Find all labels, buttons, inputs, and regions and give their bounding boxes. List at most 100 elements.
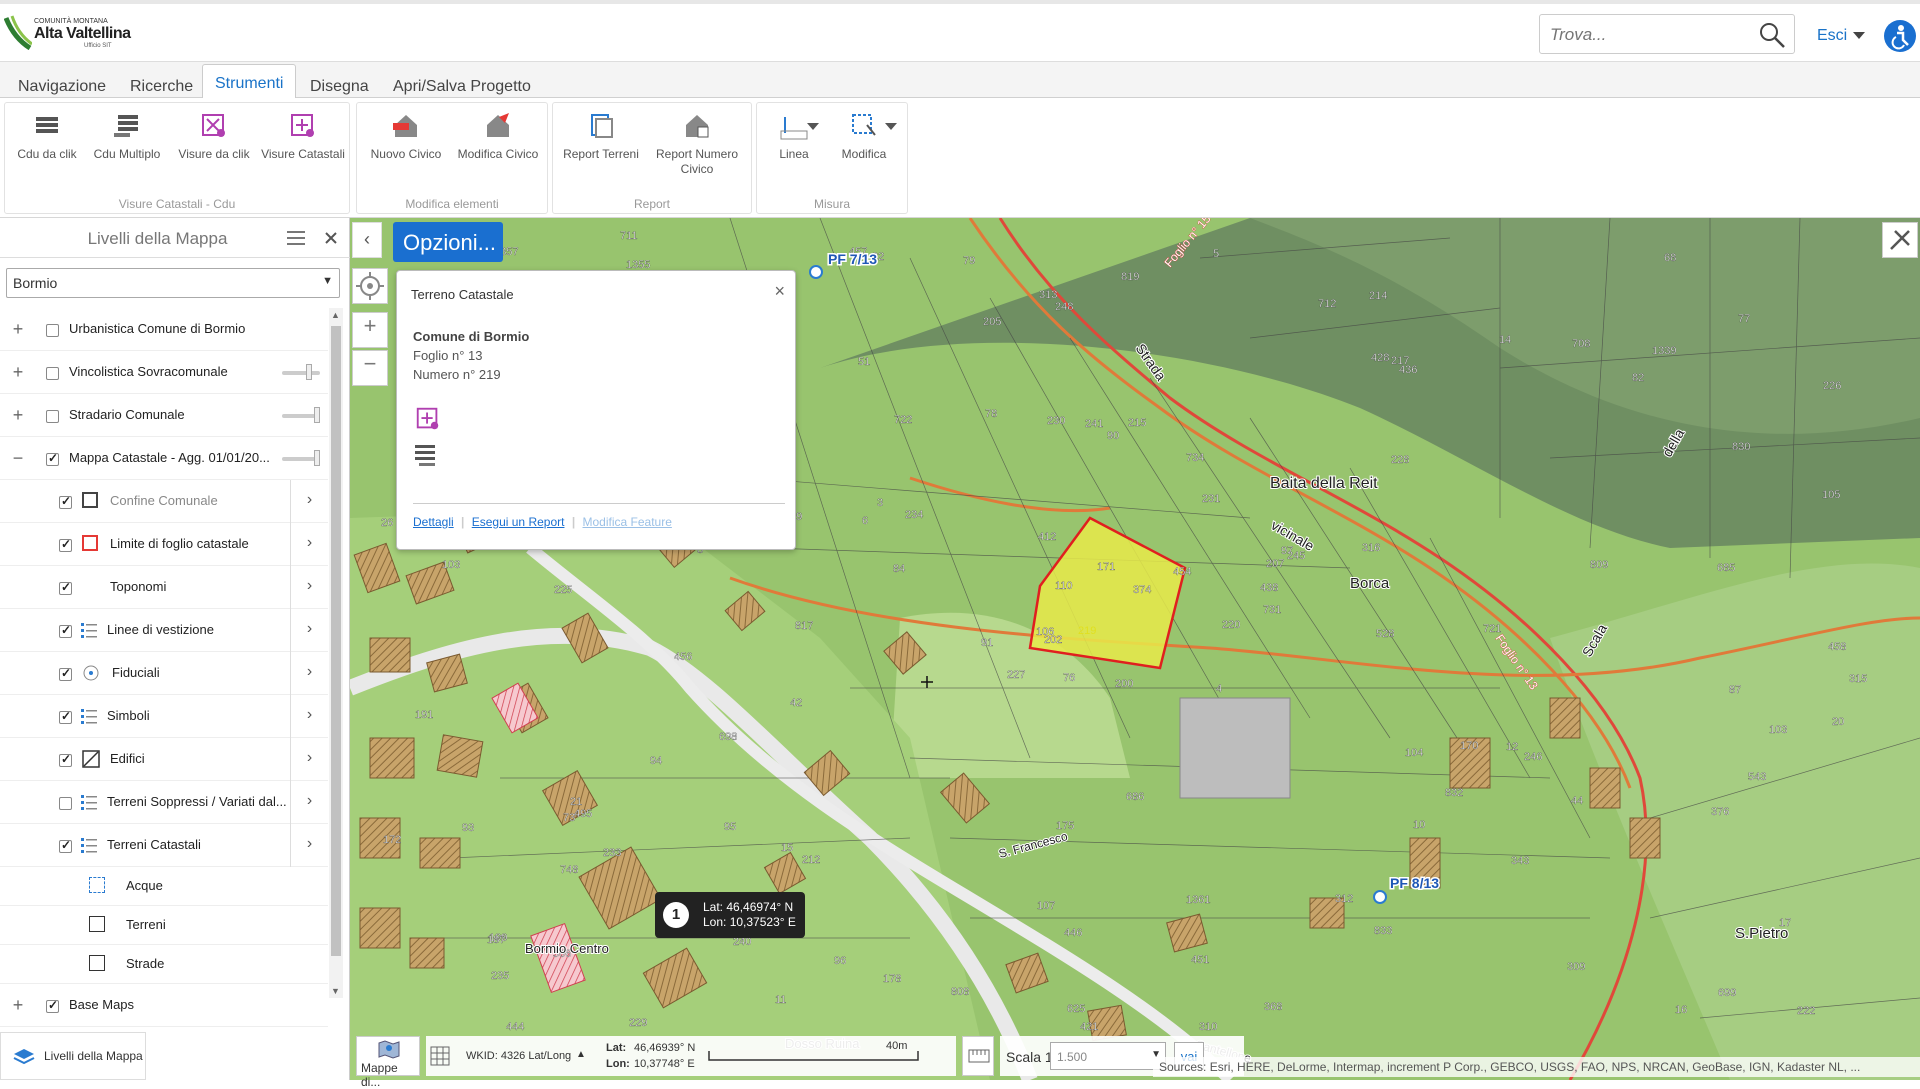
fiducial-marker[interactable] (809, 265, 823, 279)
layer-checkbox[interactable] (46, 451, 59, 466)
layer-checkbox[interactable] (46, 367, 59, 380)
layer-checkbox[interactable] (59, 494, 72, 509)
tool-label: Cdu Multiplo (93, 147, 161, 161)
layer-row[interactable]: + Vincolistica Sovracomunale (0, 351, 328, 394)
layer-row[interactable]: + Base Maps (0, 984, 328, 1027)
chevron-right-icon[interactable]: › (290, 781, 328, 824)
close-icon[interactable]: × (774, 281, 785, 302)
layer-row[interactable]: Edifici › (0, 738, 328, 781)
layer-row[interactable]: Confine Comunale › (0, 480, 328, 523)
expand-icon[interactable]: + (10, 319, 26, 340)
layer-row[interactable]: Fiduciali › (0, 652, 328, 695)
layer-checkbox[interactable] (46, 410, 59, 423)
parcel-number: 87 (1729, 684, 1741, 696)
visure-icon[interactable] (413, 405, 443, 433)
chevron-right-icon[interactable]: › (290, 738, 328, 781)
tab-strumenti[interactable]: Strumenti (202, 64, 297, 99)
logout-button[interactable]: Esci (1817, 27, 1847, 45)
layer-checkbox[interactable] (46, 324, 59, 337)
layer-checkbox[interactable] (59, 537, 72, 552)
wkid-caret-icon[interactable]: ▲ (576, 1049, 586, 1060)
layer-row[interactable]: Terreni Soppressi / Variati dal... › (0, 781, 328, 824)
layer-checkbox[interactable] (59, 666, 72, 681)
menu-icon[interactable] (287, 230, 305, 246)
chevron-right-icon[interactable]: › (290, 480, 328, 523)
scale-icon-button[interactable] (962, 1036, 994, 1076)
chevron-right-icon[interactable]: › (290, 652, 328, 695)
chevron-right-icon[interactable]: › (290, 695, 328, 738)
expand-icon[interactable]: + (10, 405, 26, 426)
tab-disegna[interactable]: Disegna (298, 69, 381, 99)
coordinate-marker[interactable]: 1 Lat: 46,46974° N Lon: 10,37523° E (655, 892, 805, 938)
map-tools-button[interactable] (1882, 222, 1918, 258)
layer-checkbox[interactable] (59, 797, 72, 810)
layer-checkbox[interactable] (59, 752, 72, 767)
scroll-up-icon[interactable]: ▲ (331, 310, 340, 320)
modifica-misura-button[interactable]: Modifica (831, 111, 897, 162)
layer-checkbox[interactable] (59, 580, 72, 595)
modifica-civico-button[interactable]: Modifica Civico (453, 111, 543, 162)
wkid-select[interactable]: WKID: 4326 Lat/Long (466, 1050, 571, 1062)
search-icon[interactable] (1758, 21, 1786, 49)
layer-label: Base Maps (69, 997, 135, 1012)
tab-apri-salva-progetto[interactable]: Apri/Salva Progetto (381, 69, 543, 99)
layer-row[interactable]: + Urbanistica Comune di Bormio (0, 308, 328, 351)
expand-icon[interactable]: + (10, 362, 26, 383)
linea-button[interactable]: Linea (761, 111, 827, 162)
fiducial-marker[interactable] (1373, 890, 1387, 904)
stack-icon[interactable] (413, 443, 439, 467)
report-numero-civico-button[interactable]: Report Numero Civico (647, 111, 747, 177)
expand-icon[interactable]: + (10, 995, 26, 1016)
opacity-slider[interactable] (282, 407, 320, 423)
chevron-right-icon[interactable]: › (290, 824, 328, 867)
scrollbar-thumb[interactable] (331, 326, 341, 956)
cdu-multiplo-button[interactable]: Cdu Multiplo (87, 111, 167, 162)
search-input[interactable] (1550, 23, 1750, 47)
scroll-down-icon[interactable]: ▼ (331, 986, 340, 996)
report-terreni-button[interactable]: Report Terreni (559, 111, 643, 162)
layer-checkbox[interactable] (59, 709, 72, 724)
layer-checkbox[interactable] (59, 623, 72, 638)
run-report-link[interactable]: Esegui un Report (472, 515, 565, 529)
app-logo[interactable]: COMUNITÀ MONTANA Alta Valtellina Ufficio… (4, 12, 134, 52)
basemap-switch-button[interactable]: Mappe di... (356, 1036, 420, 1089)
layer-row[interactable]: − Mappa Catastale - Agg. 01/01/20... (0, 437, 328, 480)
chevron-down-icon[interactable] (807, 123, 819, 131)
visure-catastali-button[interactable]: Visure Catastali (259, 111, 347, 162)
visure-da-clik-button[interactable]: Visure da clik (171, 111, 257, 162)
layer-row[interactable]: + Stradario Comunale (0, 394, 328, 437)
scale-select[interactable]: 1.500 ▼ (1050, 1042, 1166, 1070)
collapse-panel-button[interactable]: ‹ (352, 222, 382, 258)
tab-navigazione[interactable]: Navigazione (6, 69, 118, 99)
opacity-slider[interactable] (282, 364, 320, 380)
chevron-right-icon[interactable]: › (290, 609, 328, 652)
collapse-icon[interactable]: − (10, 448, 26, 469)
layer-list-scrollbar[interactable]: ▲ ▼ (329, 308, 343, 998)
cdu-da-clik-button[interactable]: Cdu da clik (11, 111, 83, 162)
details-link[interactable]: Dettagli (413, 515, 454, 529)
cursor-lat: 46,46939° N (634, 1042, 696, 1054)
layer-row[interactable]: Simboli › (0, 695, 328, 738)
layer-row[interactable]: Linee di vestizione › (0, 609, 328, 652)
layer-row[interactable]: Terreni Catastali › (0, 824, 328, 867)
chevron-down-icon[interactable] (1852, 30, 1866, 40)
layer-row[interactable]: Limite di foglio catastale › (0, 523, 328, 566)
layer-checkbox[interactable] (46, 998, 59, 1013)
nuovo-civico-button[interactable]: Nuovo Civico (363, 111, 449, 162)
tab-ricerche[interactable]: Ricerche (118, 69, 205, 99)
opacity-slider[interactable] (282, 450, 320, 466)
zoom-out-button[interactable]: − (352, 350, 388, 386)
chevron-right-icon[interactable]: › (290, 566, 328, 609)
close-icon[interactable] (324, 231, 338, 245)
chevron-right-icon[interactable]: › (290, 523, 328, 566)
layer-checkbox[interactable] (59, 838, 72, 853)
layer-row[interactable]: Toponomi › (0, 566, 328, 609)
options-button[interactable]: Opzioni... (393, 222, 503, 262)
layers-footer-button[interactable]: Livelli della Mappa (0, 1032, 146, 1080)
locate-button[interactable] (352, 268, 388, 304)
chevron-down-icon[interactable] (885, 123, 897, 131)
parcel-number: 312 (1335, 893, 1353, 905)
municipality-select[interactable]: Bormio ▼ (6, 268, 340, 298)
zoom-in-button[interactable]: + (352, 312, 388, 348)
accessibility-icon[interactable] (1884, 20, 1916, 52)
